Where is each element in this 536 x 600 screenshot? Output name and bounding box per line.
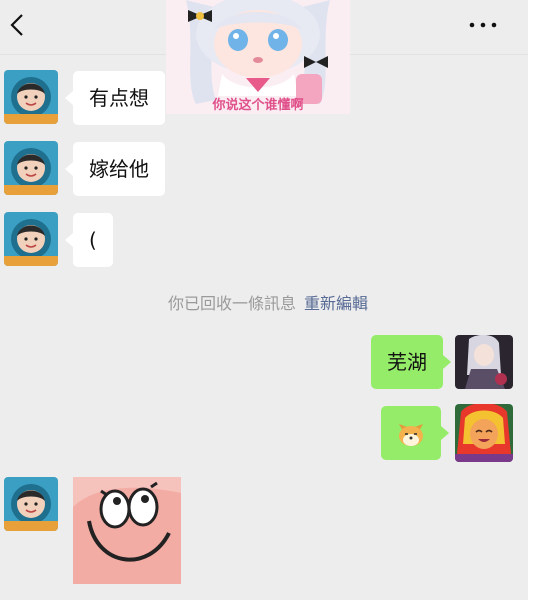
contact-avatar[interactable] bbox=[4, 212, 58, 266]
patrick-star-face-sticker[interactable] bbox=[73, 477, 181, 584]
shiba-dog-emoji bbox=[399, 424, 423, 446]
sticker-caption: 你说这个谁懂啊 bbox=[212, 98, 304, 113]
avatar-image bbox=[4, 70, 58, 124]
avatar-image bbox=[4, 212, 58, 266]
avatar-image bbox=[4, 141, 58, 195]
message-bubble[interactable]: 嫁给他 bbox=[65, 142, 165, 196]
message-bubble[interactable]: 有点想 bbox=[65, 71, 165, 125]
window-edge bbox=[528, 0, 536, 600]
message-bubble[interactable]: ( bbox=[65, 213, 113, 267]
my-avatar[interactable] bbox=[455, 404, 513, 462]
contact-avatar[interactable] bbox=[4, 477, 58, 531]
avatar-image bbox=[455, 335, 513, 389]
contact-avatar[interactable] bbox=[4, 141, 58, 195]
recall-notice-text: 你已回收一條訊息 bbox=[167, 294, 296, 313]
message-bubble-outgoing[interactable]: 芜湖 bbox=[371, 335, 451, 389]
chevron-left-icon[interactable] bbox=[6, 10, 30, 40]
my-avatar[interactable] bbox=[455, 335, 513, 389]
anime-girl-sticker[interactable]: 你说这个谁懂啊 bbox=[166, 0, 350, 114]
patrick-face-illustration bbox=[73, 477, 181, 584]
re-edit-link[interactable]: 重新編輯 bbox=[304, 294, 368, 313]
contact-avatar[interactable] bbox=[4, 70, 58, 124]
more-dots-icon[interactable] bbox=[468, 20, 498, 30]
avatar-image bbox=[4, 477, 58, 531]
emoji-bubble-outgoing[interactable] bbox=[381, 406, 449, 460]
avatar-image bbox=[455, 404, 513, 462]
recall-notice: 你已回收一條訊息 重新編輯 bbox=[0, 290, 536, 314]
